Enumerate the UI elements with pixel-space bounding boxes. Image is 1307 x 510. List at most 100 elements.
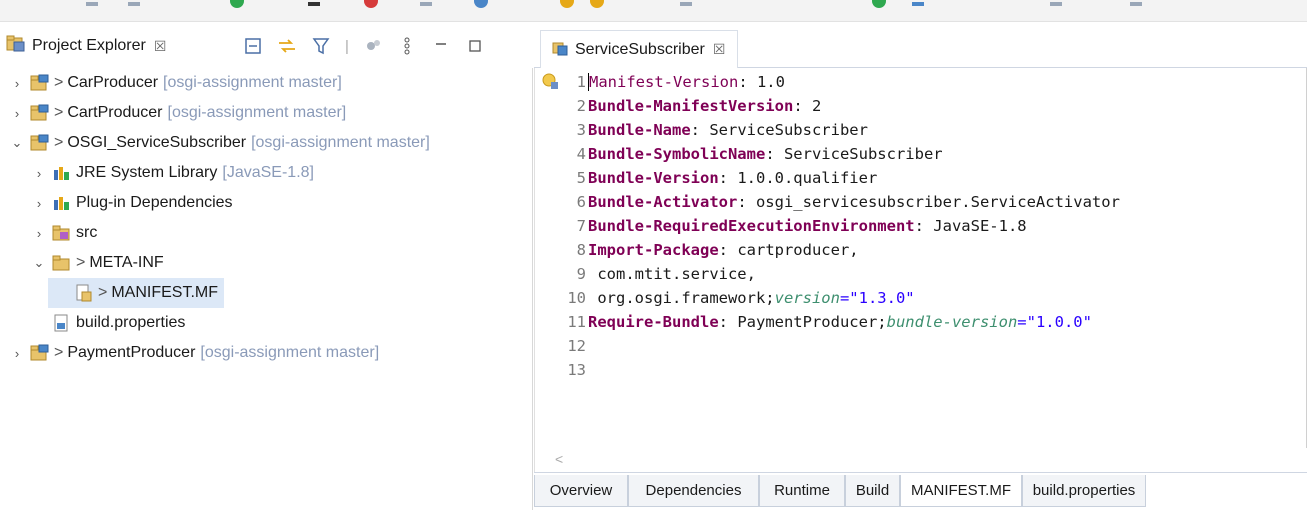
tree-item-label: build.properties (76, 314, 186, 331)
tree-item[interactable]: › > PaymentProducer [osgi-assignment master… (0, 338, 379, 368)
project-explorer-title: Project Explorer (32, 37, 146, 54)
maximize-icon[interactable] (464, 35, 486, 57)
tree-item-label: CarProducer (67, 74, 159, 91)
project-explorer-header: Project Explorer ☒ | (0, 22, 533, 68)
dirty-marker: > (98, 284, 108, 301)
manifest-value: com.mtit.service, (588, 265, 756, 283)
tree-item-label: OSGI_ServiceSubscriber (67, 134, 247, 151)
project-icon (30, 74, 50, 92)
manifest-value: : 1.0 (738, 72, 785, 91)
dirty-marker: > (54, 104, 64, 121)
line-text: Import-Package: cartproducer, (588, 241, 859, 259)
code-line[interactable]: 4 Bundle-SymbolicName: ServiceSubscriber (535, 142, 1307, 166)
manifest-attribute: version (774, 289, 840, 307)
focus-icon[interactable] (362, 35, 384, 57)
close-icon[interactable]: ☒ (154, 38, 167, 55)
page-tab-dependencies[interactable]: Dependencies (628, 475, 759, 507)
toolbar-icon[interactable] (912, 2, 924, 6)
tree-item[interactable]: › Plug-in Dependencies (0, 188, 233, 218)
horizontal-scrollbar[interactable]: < (534, 448, 1307, 472)
toolbar-icon[interactable] (128, 2, 140, 6)
line-number: 2 (576, 97, 586, 115)
tree-item[interactable]: build.properties (0, 308, 185, 338)
page-tab-build-properties[interactable]: build.properties (1022, 475, 1146, 507)
toolbar-icon[interactable] (86, 2, 98, 6)
code-line[interactable]: 12 (535, 334, 1307, 358)
tree-item[interactable]: › JRE System Library [JavaSE-1.8] (0, 158, 314, 188)
git-decoration: [osgi-assignment master] (167, 104, 347, 121)
tree-item[interactable]: ⌄ > OSGI_ServiceSubscriber [osgi-assignment… (0, 128, 430, 158)
chevron-right-icon[interactable]: › (10, 346, 24, 361)
toolbar-icon[interactable] (420, 2, 432, 6)
tree-item[interactable]: › src (0, 218, 98, 248)
code-line[interactable]: 5 Bundle-Version: 1.0.0.qualifier (535, 166, 1307, 190)
page-tab-manifest-mf[interactable]: MANIFEST.MF (900, 475, 1022, 507)
chevron-right-icon[interactable]: › (32, 226, 46, 241)
code-line[interactable]: 11 Require-Bundle: PaymentProducer;bundle… (535, 310, 1307, 334)
toolbar-icon[interactable] (680, 2, 692, 6)
dirty-marker: > (54, 344, 64, 361)
tree-item[interactable]: > MANIFEST.MF (48, 278, 225, 308)
folder-tool-icon[interactable] (560, 0, 574, 8)
run-icon[interactable] (230, 0, 244, 8)
tree-item[interactable]: ⌄ > META-INF (0, 248, 164, 278)
folder-icon (52, 254, 72, 272)
manifest-header-key: Bundle-Name (588, 121, 691, 139)
line-text: Manifest-Version: 1.0 (588, 73, 785, 92)
debug-icon[interactable] (474, 0, 488, 8)
tree-item-label: CartProducer (67, 104, 163, 121)
project-explorer-tab[interactable]: Project Explorer ☒ (6, 30, 166, 62)
line-number: 7 (576, 217, 586, 235)
filter-icon[interactable] (310, 35, 332, 57)
page-tab-overview[interactable]: Overview (534, 475, 628, 507)
line-text: com.mtit.service, (588, 265, 756, 283)
minimize-icon[interactable] (430, 35, 452, 57)
link-with-editor-icon[interactable] (276, 35, 298, 57)
dirty-marker: > (54, 74, 64, 91)
toolbar-icon[interactable] (308, 2, 320, 6)
tree-item[interactable]: › > CartProducer [osgi-assignment master] (0, 98, 346, 128)
close-icon[interactable]: ☒ (713, 41, 726, 58)
code-line[interactable]: 10 org.osgi.framework;version="1.3.0" (535, 286, 1307, 310)
manifest-editor: ServiceSubscriber ☒ 1 Manifest-Version: 1… (534, 22, 1307, 510)
manifest-value: : ServiceSubscriber (765, 145, 943, 163)
toolbar-icon[interactable] (1050, 2, 1062, 6)
editor-tab-bar: ServiceSubscriber ☒ (534, 22, 1307, 68)
run-last-icon[interactable] (872, 0, 886, 8)
tree-item-label: PaymentProducer (67, 344, 196, 361)
toolbar-icon[interactable] (1130, 2, 1142, 6)
collapse-all-icon[interactable] (242, 35, 264, 57)
tree-item-label: META-INF (89, 254, 164, 271)
code-line[interactable]: 2 Bundle-ManifestVersion: 2 (535, 94, 1307, 118)
line-text: Bundle-Activator: osgi_servicesubscriber… (588, 193, 1120, 211)
line-number: 10 (567, 289, 586, 307)
page-tab-build[interactable]: Build (845, 475, 900, 507)
line-number: 8 (576, 241, 586, 259)
folder-tool-icon[interactable] (590, 0, 604, 8)
code-line[interactable]: 3 Bundle-Name: ServiceSubscriber (535, 118, 1307, 142)
code-area[interactable]: 1 Manifest-Version: 1.0 2 Bundle-ManifestVe… (534, 68, 1307, 448)
stop-icon[interactable] (364, 0, 378, 8)
view-menu-icon[interactable] (396, 35, 418, 57)
code-line[interactable]: 13 (535, 358, 1307, 382)
manifest-value: : PaymentProducer; (718, 313, 887, 331)
chevron-right-icon[interactable]: › (32, 166, 46, 181)
tree-item-label: MANIFEST.MF (111, 284, 219, 301)
code-line[interactable]: 1 Manifest-Version: 1.0 (535, 70, 1307, 94)
code-line[interactable]: 8 Import-Package: cartproducer, (535, 238, 1307, 262)
scroll-left-icon[interactable]: < (555, 451, 563, 467)
manifest-attribute: bundle-version (886, 313, 1018, 331)
page-tab-runtime[interactable]: Runtime (759, 475, 845, 507)
line-text: Bundle-RequiredExecutionEnvironment: Jav… (588, 217, 1027, 235)
code-line[interactable]: 7 Bundle-RequiredExecutionEnvironment: Ja… (535, 214, 1307, 238)
tree-item[interactable]: › > CarProducer [osgi-assignment master] (0, 68, 342, 98)
editor-tab-servicesubscriber[interactable]: ServiceSubscriber ☒ (540, 30, 739, 68)
code-line[interactable]: 6 Bundle-Activator: osgi_servicesubscribe… (535, 190, 1307, 214)
code-line[interactable]: 9 com.mtit.service, (535, 262, 1307, 286)
chevron-down-icon[interactable]: ⌄ (10, 135, 24, 151)
chevron-right-icon[interactable]: › (10, 106, 24, 121)
chevron-right-icon[interactable]: › (10, 76, 24, 91)
manifest-file-icon (74, 284, 94, 302)
chevron-right-icon[interactable]: › (32, 196, 46, 211)
chevron-down-icon[interactable]: ⌄ (32, 255, 46, 271)
